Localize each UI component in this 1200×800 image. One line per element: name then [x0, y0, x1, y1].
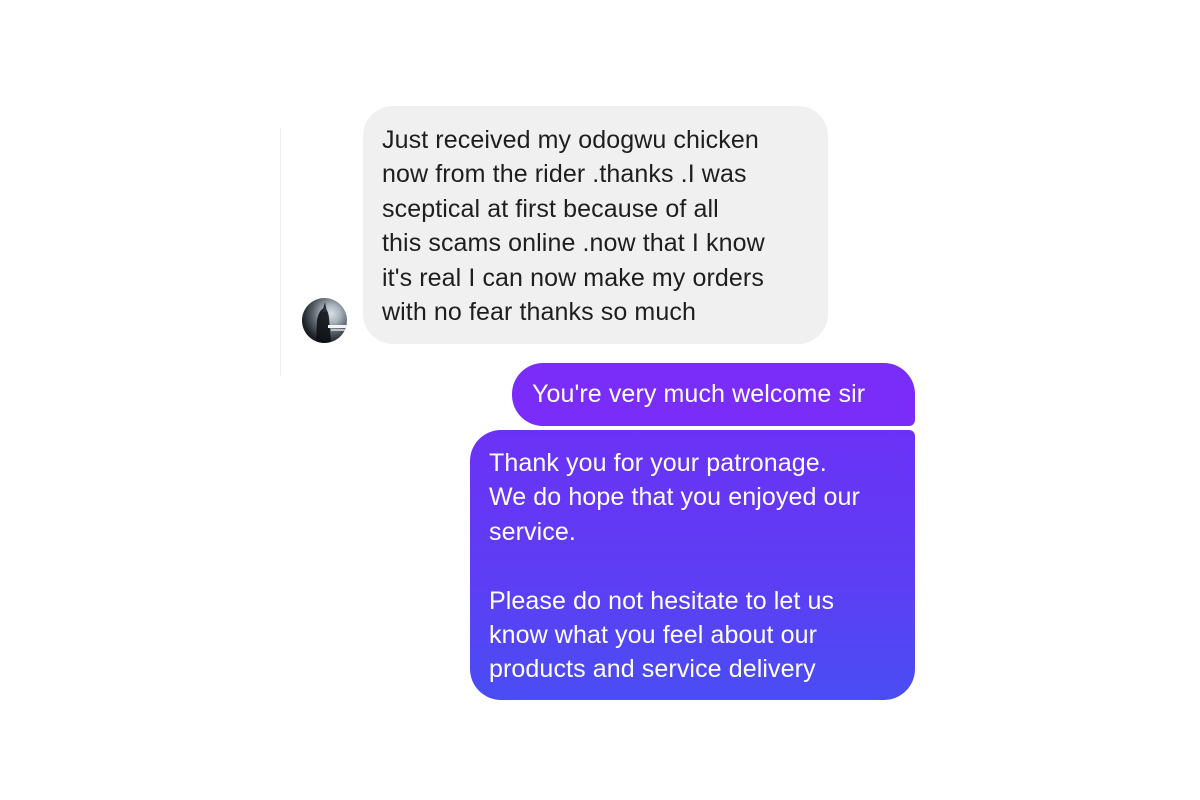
- avatar-photo-icon: [316, 302, 347, 343]
- incoming-message-bubble[interactable]: Just received my odogwu chicken now from…: [363, 106, 828, 344]
- outgoing-message-bubble[interactable]: Thank you for your patronage. We do hope…: [470, 430, 915, 700]
- outgoing-message-bubble[interactable]: You're very much welcome sir: [512, 363, 915, 426]
- contact-avatar[interactable]: [302, 298, 347, 343]
- thread-divider: [280, 128, 281, 376]
